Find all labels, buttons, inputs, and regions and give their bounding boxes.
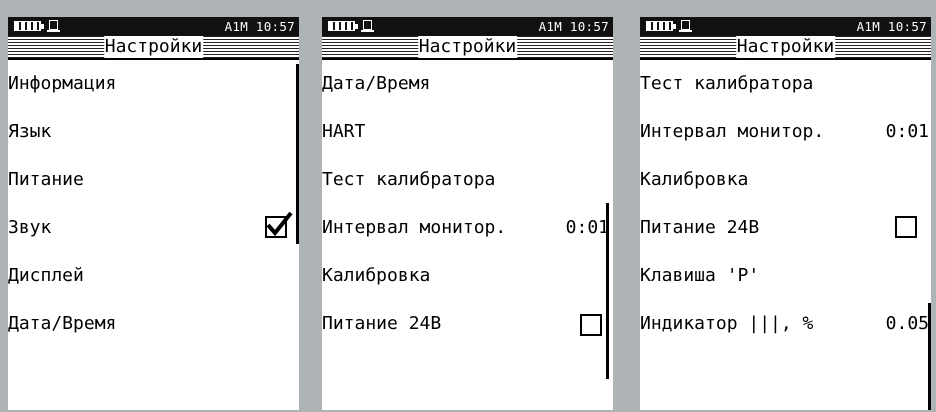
page-title: Настройки — [417, 36, 518, 58]
menu-item-sound[interactable]: Звук — [8, 208, 299, 256]
device-screen-3: A1M 10:57 Настройки Тест калибратора Инт… — [640, 17, 931, 410]
indicator-percent-value: 0.05 — [885, 313, 929, 334]
menu-item-hart[interactable]: HART — [322, 112, 613, 160]
menu-item-key-p[interactable]: Клавиша 'P' — [640, 256, 931, 304]
title-bar: Настройки — [322, 36, 613, 60]
menu-item-power-24v[interactable]: Питание 24В — [322, 304, 613, 352]
checkmark-icon — [266, 211, 293, 237]
menu-item-datetime[interactable]: Дата/Время — [322, 64, 613, 112]
menu-item-indicator-percent[interactable]: Индикатор |||, % 0.05 — [640, 304, 931, 352]
settings-menu: Дата/Время HART Тест калибратора Интерва… — [322, 64, 613, 352]
power-24v-checkbox[interactable] — [895, 216, 917, 238]
menu-item-monitor-interval[interactable]: Интервал монитор. 0:01 — [640, 112, 931, 160]
menu-item-datetime[interactable]: Дата/Время — [8, 304, 299, 352]
memory-card-icon — [49, 20, 58, 30]
memory-card-icon — [681, 20, 690, 30]
settings-menu: Тест калибратора Интервал монитор. 0:01 … — [640, 64, 931, 352]
monitor-interval-value: 0:01 — [565, 217, 609, 238]
status-text: A1M 10:57 — [538, 19, 609, 34]
status-bar: A1M 10:57 — [322, 17, 613, 36]
menu-item-power[interactable]: Питание — [8, 160, 299, 208]
device-screen-1: A1M 10:57 Настройки Информация Язык Пита… — [8, 17, 299, 410]
menu-item-monitor-interval[interactable]: Интервал монитор. 0:01 — [322, 208, 613, 256]
monitor-interval-value: 0:01 — [885, 121, 929, 142]
menu-item-language[interactable]: Язык — [8, 112, 299, 160]
power-24v-checkbox[interactable] — [580, 314, 602, 336]
page-title: Настройки — [103, 36, 204, 58]
status-text: A1M 10:57 — [856, 19, 927, 34]
page-title: Настройки — [735, 36, 836, 58]
battery-icon — [328, 21, 355, 31]
battery-icon — [14, 21, 41, 31]
menu-item-calibrator-test[interactable]: Тест калибратора — [322, 160, 613, 208]
menu-item-display[interactable]: Дисплей — [8, 256, 299, 304]
status-bar: A1M 10:57 — [640, 17, 931, 36]
battery-icon — [646, 21, 673, 31]
menu-item-power-24v[interactable]: Питание 24В — [640, 208, 931, 256]
settings-menu: Информация Язык Питание Звук Дисплей Дат… — [8, 64, 299, 352]
menu-item-calibrator-test[interactable]: Тест калибратора — [640, 64, 931, 112]
menu-item-calibration[interactable]: Калибровка — [640, 160, 931, 208]
memory-card-icon — [363, 20, 372, 30]
status-bar: A1M 10:57 — [8, 17, 299, 36]
scrollbar[interactable] — [296, 64, 299, 244]
scrollbar[interactable] — [606, 203, 609, 379]
device-screen-2: A1M 10:57 Настройки Дата/Время HART Тест… — [322, 17, 613, 410]
title-bar: Настройки — [640, 36, 931, 60]
sound-checkbox[interactable] — [265, 211, 293, 238]
menu-item-calibration[interactable]: Калибровка — [322, 256, 613, 304]
scrollbar[interactable] — [928, 303, 931, 410]
status-text: A1M 10:57 — [224, 19, 295, 34]
menu-item-information[interactable]: Информация — [8, 64, 299, 112]
title-bar: Настройки — [8, 36, 299, 60]
